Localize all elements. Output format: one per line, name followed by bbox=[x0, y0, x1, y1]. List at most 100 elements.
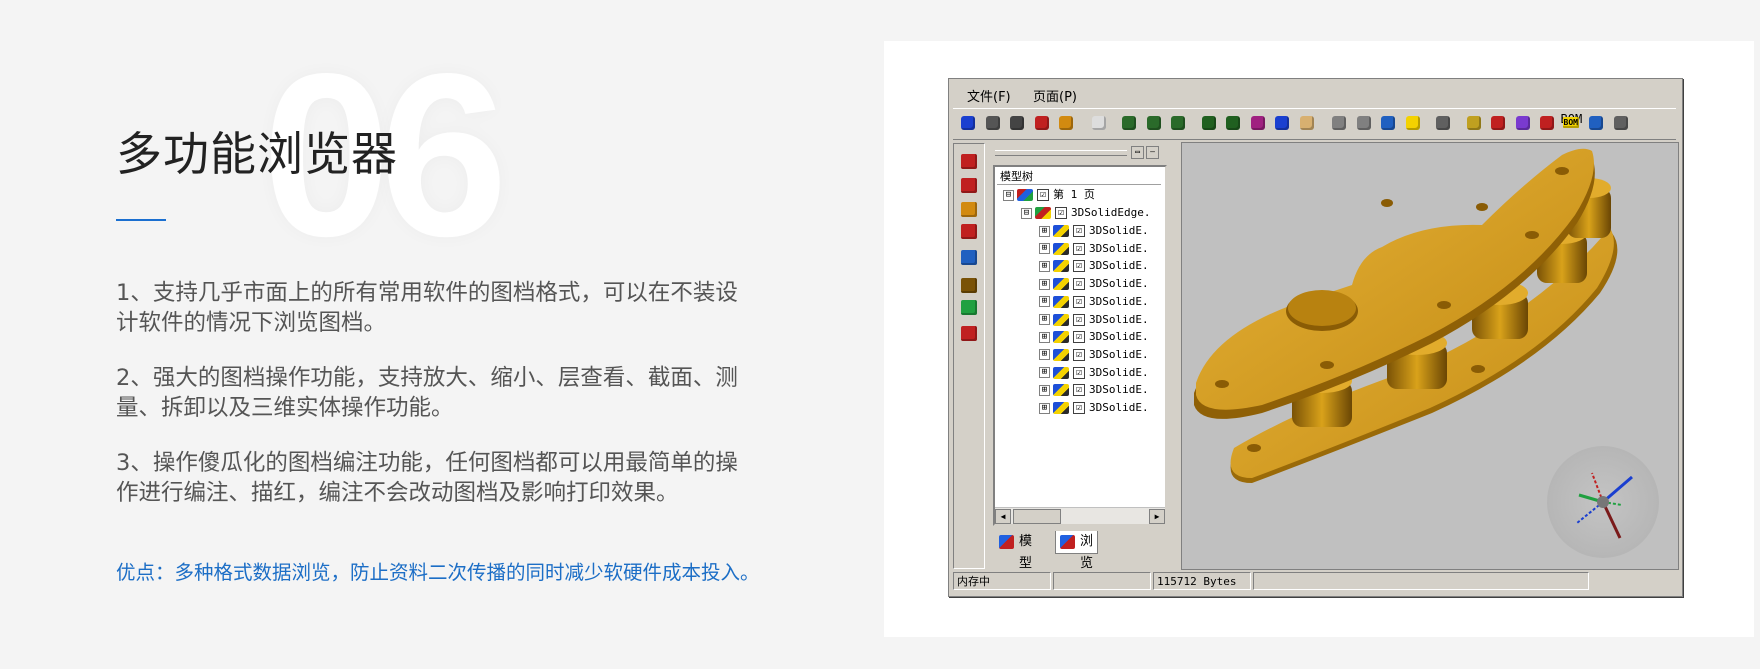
expand-icon[interactable]: ⊞ bbox=[1039, 367, 1050, 379]
bom-icon[interactable]: BOM bbox=[1561, 112, 1583, 134]
panel-minimize-button[interactable]: – bbox=[1146, 146, 1159, 159]
annotation-icon[interactable] bbox=[958, 176, 980, 196]
pan-hand-icon[interactable] bbox=[1296, 112, 1318, 134]
cloud-icon[interactable] bbox=[958, 222, 980, 242]
explode-icon[interactable] bbox=[1487, 112, 1509, 134]
menu-file[interactable]: 文件(F) bbox=[967, 86, 1011, 105]
tree-node-page[interactable]: ⊟ ☑ 第 1 页 bbox=[1003, 187, 1095, 203]
visibility-checkbox[interactable]: ☑ bbox=[1073, 348, 1085, 361]
fit-icon[interactable] bbox=[1167, 112, 1189, 134]
expand-icon[interactable]: ⊞ bbox=[1039, 314, 1050, 325]
preview-icon[interactable] bbox=[982, 112, 1004, 134]
zoom-region-icon[interactable] bbox=[1247, 112, 1269, 134]
tree-node-part[interactable]: ⊞ ☑ 3DSolidE. bbox=[1039, 400, 1149, 416]
mark-icon[interactable] bbox=[958, 200, 980, 220]
dimension-icon[interactable] bbox=[958, 152, 980, 172]
tree-node-part[interactable]: ⊞ ☑ 3DSolidE. bbox=[1039, 258, 1149, 274]
tree-node-assembly[interactable]: ⊟ ☑ 3DSolidEdge. bbox=[1021, 205, 1150, 221]
assembly-icon bbox=[1035, 207, 1051, 219]
visibility-checkbox[interactable]: ☑ bbox=[1073, 242, 1085, 255]
collapse-icon[interactable]: ⊟ bbox=[1003, 189, 1014, 201]
markup-icon[interactable] bbox=[1031, 112, 1053, 134]
feature-paragraph-2: 2、强大的图档操作功能，支持放大、缩小、层查看、截面、测量、拆卸以及三维实体操作… bbox=[116, 365, 738, 421]
3d-viewport[interactable] bbox=[1181, 142, 1679, 570]
part-icon bbox=[1053, 225, 1069, 237]
expand-icon[interactable]: ⊞ bbox=[1039, 349, 1050, 361]
expand-icon[interactable]: ⊞ bbox=[1039, 296, 1050, 308]
visibility-checkbox[interactable]: ☑ bbox=[1073, 295, 1085, 308]
3d-box-icon[interactable] bbox=[958, 324, 980, 344]
tab-model[interactable]: 模型 bbox=[995, 531, 1036, 571]
print-icon[interactable] bbox=[1006, 112, 1028, 134]
page-icon bbox=[1017, 189, 1033, 201]
tab-browse[interactable]: 浏览 bbox=[1055, 531, 1099, 571]
part-icon bbox=[1053, 348, 1069, 361]
status-bytes: 115712 Bytes bbox=[1153, 572, 1251, 590]
expand-icon[interactable]: ⊞ bbox=[1039, 331, 1050, 343]
visibility-checkbox[interactable]: ☑ bbox=[1073, 278, 1085, 291]
measure-icon[interactable] bbox=[1353, 112, 1375, 134]
tree-node-part[interactable]: ⊞ ☑ 3DSolidE. bbox=[1039, 223, 1149, 239]
table-icon[interactable] bbox=[1610, 112, 1632, 134]
horizontal-scrollbar[interactable]: ◀ ▶ bbox=[995, 507, 1165, 524]
tree-node-label: 3DSolidE. bbox=[1089, 294, 1149, 308]
light-bulb-icon[interactable] bbox=[1402, 112, 1424, 134]
area-icon[interactable] bbox=[958, 298, 980, 318]
scroll-right-icon[interactable]: ▶ bbox=[1149, 509, 1165, 524]
expand-icon[interactable]: ⊞ bbox=[1039, 260, 1050, 272]
zoom-out-icon[interactable] bbox=[1143, 112, 1165, 134]
panel-grip[interactable] bbox=[995, 150, 1127, 156]
export-icon[interactable] bbox=[1055, 112, 1077, 134]
expand-icon[interactable]: ⊞ bbox=[1039, 225, 1050, 237]
zoom-dynamic-icon[interactable] bbox=[1222, 112, 1244, 134]
tree-node-label: 3DSolidE. bbox=[1089, 347, 1149, 361]
tree-node-label: 3DSolidE. bbox=[1089, 277, 1149, 291]
tree-node-part[interactable]: ⊞ ☑ 3DSolidE. bbox=[1039, 312, 1149, 328]
zoom-window-icon[interactable] bbox=[1198, 112, 1220, 134]
model-tree-panel: ▭ – 模型树 ⊟ ☑ 第 1 页 ⊟ ☑ 3DSolidEdge. ⊞ ☑ 3DSolid… bbox=[993, 143, 1167, 571]
visibility-checkbox[interactable]: ☑ bbox=[1073, 384, 1085, 397]
visibility-checkbox[interactable]: ☑ bbox=[1055, 207, 1067, 219]
tree-node-part[interactable]: ⊞ ☑ 3DSolidE. bbox=[1039, 241, 1149, 257]
parts-icon[interactable] bbox=[1536, 112, 1558, 134]
tree-node-part[interactable]: ⊞ ☑ 3DSolidE. bbox=[1039, 294, 1149, 310]
zoom-in-icon[interactable] bbox=[1118, 112, 1140, 134]
tree-node-part[interactable]: ⊞ ☑ 3DSolidE. bbox=[1039, 329, 1149, 345]
expand-icon[interactable]: ⊞ bbox=[1039, 384, 1050, 396]
section-icon[interactable] bbox=[1377, 112, 1399, 134]
visibility-checkbox[interactable]: ☑ bbox=[1073, 331, 1085, 344]
angle-icon[interactable] bbox=[958, 276, 980, 296]
scroll-thumb[interactable] bbox=[1013, 509, 1061, 524]
model-tree: 模型树 ⊟ ☑ 第 1 页 ⊟ ☑ 3DSolidEdge. ⊞ ☑ 3DSolidE. ⊞ ☑… bbox=[993, 165, 1167, 526]
properties-icon[interactable] bbox=[1432, 112, 1454, 134]
select-arrow-icon[interactable] bbox=[1088, 112, 1110, 134]
assembly-icon[interactable] bbox=[1463, 112, 1485, 134]
distance-icon[interactable] bbox=[958, 248, 980, 268]
info-icon[interactable] bbox=[957, 112, 979, 134]
panel-dock-button[interactable]: ▭ bbox=[1131, 146, 1144, 159]
visibility-checkbox[interactable]: ☑ bbox=[1073, 225, 1085, 237]
page-title: 多功能浏览器 bbox=[116, 127, 398, 181]
tree-header: 模型树 bbox=[997, 169, 1161, 185]
visibility-checkbox[interactable]: ☑ bbox=[1073, 402, 1085, 414]
tree-node-part[interactable]: ⊞ ☑ 3DSolidE. bbox=[1039, 347, 1149, 363]
menu-page[interactable]: 页面(P) bbox=[1033, 86, 1077, 105]
visibility-checkbox[interactable]: ☑ bbox=[1037, 189, 1049, 201]
report-icon[interactable] bbox=[1585, 112, 1607, 134]
tree-node-part[interactable]: ⊞ ☑ 3DSolidE. bbox=[1039, 365, 1149, 381]
expand-icon[interactable]: ⊞ bbox=[1039, 278, 1050, 290]
scroll-left-icon[interactable]: ◀ bbox=[995, 509, 1011, 524]
orbit-icon[interactable] bbox=[1512, 112, 1534, 134]
visibility-checkbox[interactable]: ☑ bbox=[1073, 313, 1085, 326]
tree-node-label: 3DSolidEdge. bbox=[1071, 206, 1151, 219]
visibility-checkbox[interactable]: ☑ bbox=[1073, 260, 1085, 273]
visibility-checkbox[interactable]: ☑ bbox=[1073, 366, 1085, 379]
expand-icon[interactable]: ⊞ bbox=[1039, 243, 1050, 255]
tree-node-part[interactable]: ⊞ ☑ 3DSolidE. bbox=[1039, 276, 1149, 292]
layer-icon[interactable] bbox=[1328, 112, 1350, 134]
tree-node-part[interactable]: ⊞ ☑ 3DSolidE. bbox=[1039, 382, 1149, 398]
rotate-icon[interactable] bbox=[1271, 112, 1293, 134]
expand-icon[interactable]: ⊞ bbox=[1039, 402, 1050, 414]
collapse-icon[interactable]: ⊟ bbox=[1021, 207, 1032, 219]
part-icon bbox=[1053, 295, 1069, 308]
